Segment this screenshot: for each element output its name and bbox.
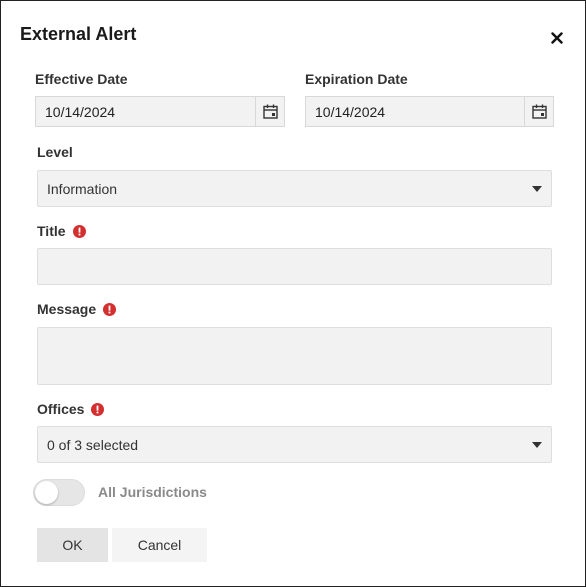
- offices-multiselect[interactable]: 0 of 3 selected: [37, 426, 552, 463]
- chevron-down-icon: [532, 441, 542, 448]
- close-button[interactable]: [546, 27, 568, 49]
- close-icon: [551, 32, 563, 44]
- expiration-date-value[interactable]: 10/14/2024: [306, 104, 524, 120]
- offices-label: Offices: [37, 401, 105, 417]
- expiration-date-field[interactable]: 10/14/2024: [305, 96, 554, 127]
- all-jurisdictions-label: All Jurisdictions: [98, 484, 207, 500]
- all-jurisdictions-toggle[interactable]: [33, 479, 85, 506]
- required-alert-icon: [72, 224, 86, 238]
- expiration-date-calendar-button[interactable]: [524, 97, 553, 126]
- ok-button[interactable]: OK: [37, 528, 108, 562]
- level-label: Level: [37, 144, 73, 160]
- effective-date-calendar-button[interactable]: [255, 97, 284, 126]
- required-alert-icon: [103, 302, 117, 316]
- message-label: Message: [37, 301, 117, 317]
- level-select-value: Information: [47, 180, 118, 197]
- title-label-text: Title: [37, 223, 66, 239]
- expiration-date-label: Expiration Date: [305, 71, 408, 87]
- cancel-button[interactable]: Cancel: [112, 528, 207, 562]
- offices-select-value: 0 of 3 selected: [47, 436, 139, 453]
- effective-date-label: Effective Date: [35, 71, 128, 87]
- calendar-icon: [262, 104, 278, 119]
- level-select[interactable]: Information: [37, 170, 552, 207]
- effective-date-field[interactable]: 10/14/2024: [35, 96, 285, 127]
- toggle-knob: [35, 481, 58, 504]
- chevron-down-icon: [532, 185, 542, 192]
- required-alert-icon: [91, 402, 105, 416]
- calendar-icon: [531, 104, 547, 119]
- title-label: Title: [37, 223, 86, 239]
- expiration-date-label-text: Expiration Date: [305, 71, 408, 87]
- level-label-text: Level: [37, 144, 73, 160]
- message-textarea[interactable]: [37, 327, 552, 385]
- offices-label-text: Offices: [37, 401, 85, 417]
- dialog-title: External Alert: [20, 24, 137, 44]
- external-alert-dialog: External Alert Effective Date 10/14/2024…: [0, 0, 586, 587]
- message-label-text: Message: [37, 301, 97, 317]
- effective-date-value[interactable]: 10/14/2024: [36, 104, 255, 120]
- effective-date-label-text: Effective Date: [35, 71, 128, 87]
- title-input[interactable]: [37, 248, 552, 285]
